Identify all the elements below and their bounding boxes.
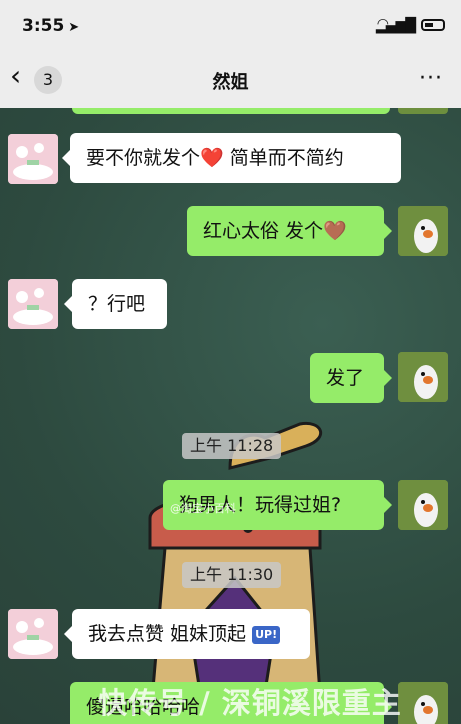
status-time: 3:55 ➤ (22, 16, 80, 36)
contact-avatar[interactable] (8, 609, 58, 659)
message-text: ？行吧 (88, 293, 146, 315)
message-bubble[interactable]: 要不你就发个❤️ 简单而不简约 (62, 133, 401, 183)
message-text: 要不你就发个 (86, 147, 201, 169)
chat-header: ‹ 3 然姐 ··· (0, 52, 461, 109)
brown-heart-icon: 🤎 (323, 220, 347, 242)
timestamp: 上午 11:30 (182, 562, 282, 588)
chat-area[interactable]: 要不你就发个❤️ 简单而不简约 红心太俗 发个🤎 ？行吧 发了 上午 11:28… (0, 108, 461, 724)
message-bubble[interactable]: 发了 (310, 353, 392, 403)
message-bubble[interactable]: 我去点赞 姐妹顶起 UP! (64, 609, 310, 659)
self-avatar[interactable] (398, 480, 448, 530)
previous-message-bubble (72, 108, 390, 114)
location-arrow-icon: ➤ (68, 20, 80, 35)
self-avatar[interactable] (398, 352, 448, 402)
message-bubble[interactable]: ？行吧 (64, 279, 167, 329)
message-text: 红心太俗 发个 (203, 220, 324, 242)
self-avatar[interactable] (398, 682, 448, 724)
contact-avatar[interactable] (8, 279, 58, 329)
message-bubble[interactable]: 红心太俗 发个🤎 (187, 206, 392, 256)
more-options-icon[interactable]: ··· (419, 66, 443, 91)
watermark-small: @淘宝小百科 (170, 502, 236, 515)
timestamp: 上午 11:28 (182, 433, 282, 459)
red-heart-icon: ❤️ (200, 147, 224, 169)
up-badge-icon: UP! (252, 626, 281, 644)
chat-title: 然姐 (212, 72, 249, 93)
watermark-bottom: 快传号 / 深铜溪限重主 (98, 686, 402, 720)
message-text: 简单而不简约 (223, 147, 344, 169)
self-avatar[interactable] (398, 206, 448, 256)
status-bar: 3:55 ➤ ◠ ▂▄▆█ (0, 0, 461, 52)
signal-icon: ▂▄▆█ (375, 18, 416, 34)
message-text: 我去点赞 姐妹顶起 (88, 623, 247, 645)
previous-message-avatar (398, 108, 448, 114)
contact-avatar[interactable] (8, 134, 58, 184)
message-text: 发了 (326, 367, 365, 389)
battery-icon (421, 19, 445, 31)
